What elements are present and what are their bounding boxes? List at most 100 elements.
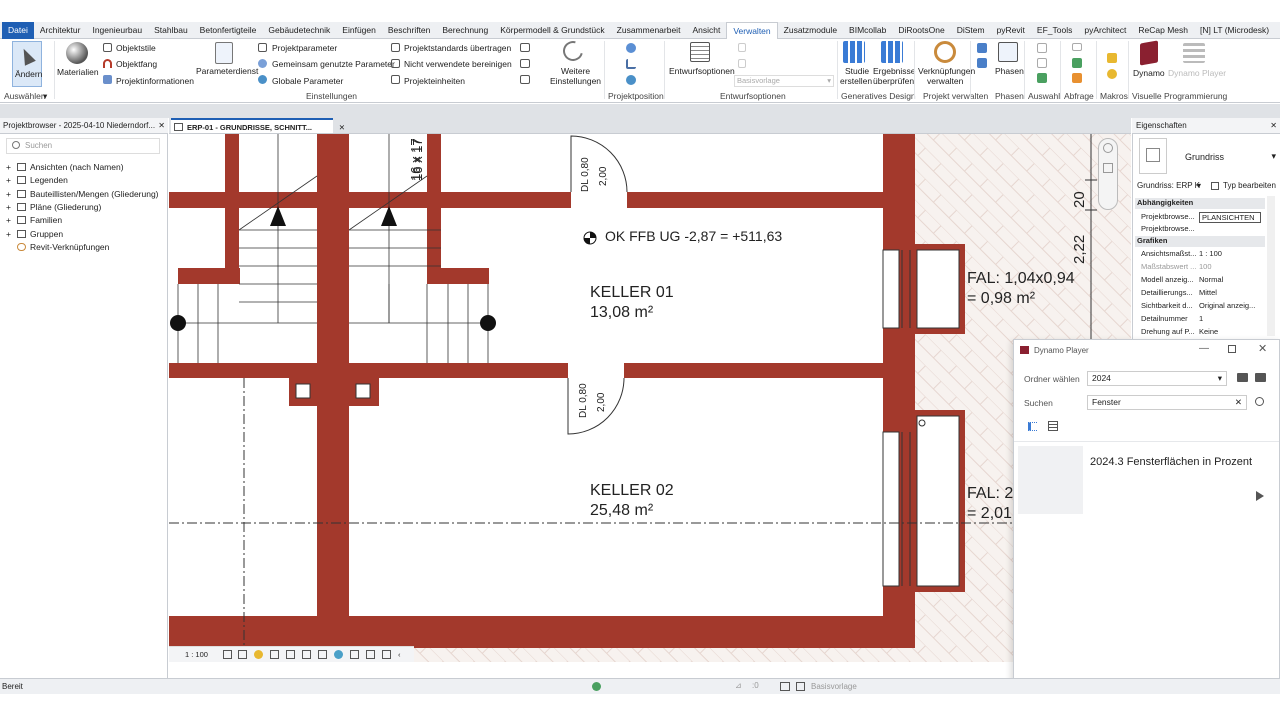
close-icon[interactable]: ✕ <box>1270 118 1277 133</box>
study-label-2[interactable]: erstellen <box>840 76 872 86</box>
expand-icon[interactable]: + <box>6 202 15 212</box>
tab-dirootsone[interactable]: DiRootsOne <box>892 22 950 39</box>
steering-wheel-icon[interactable] <box>1103 143 1113 153</box>
results-label[interactable]: Ergebnisse <box>873 66 916 76</box>
tab-pyarchitect[interactable]: pyArchitect <box>1078 22 1132 39</box>
property-value[interactable]: Keine <box>1199 327 1218 336</box>
open-folder-icon[interactable] <box>1237 373 1248 382</box>
reveal-hidden-icon[interactable] <box>334 650 343 659</box>
selection-1-icon[interactable] <box>1037 43 1047 53</box>
property-value[interactable]: 1 <box>1199 314 1203 323</box>
expand-icon[interactable]: + <box>6 189 15 199</box>
crop-view-icon[interactable] <box>286 650 295 659</box>
property-row[interactable]: Modell anzeig... Normal <box>1137 275 1277 287</box>
expand-icon[interactable]: + <box>6 215 15 225</box>
active-design-option[interactable]: Basisvorlage <box>811 682 857 691</box>
tab-pyrevit[interactable]: pyRevit <box>991 22 1031 39</box>
property-row[interactable]: Detailnummer 1 <box>1137 314 1277 326</box>
global-params-button[interactable]: Globale Parameter <box>272 76 343 86</box>
tree-item[interactable]: + Gruppen <box>6 229 63 239</box>
property-value[interactable]: 100 <box>1199 262 1212 271</box>
tree-item[interactable]: + Ansichten (nach Namen) <box>6 162 124 172</box>
properties-scrollbar[interactable] <box>1267 196 1275 336</box>
settings-small-2-icon[interactable] <box>520 59 530 68</box>
sun-path-icon[interactable] <box>254 650 263 659</box>
view-scale[interactable]: 1 : 100 <box>185 650 208 659</box>
detail-level-icon[interactable] <box>223 650 232 659</box>
expand-icon[interactable]: + <box>6 162 15 172</box>
property-row[interactable]: Drehung auf P... Keine <box>1137 327 1277 339</box>
project-info-button[interactable]: Projektinformationen <box>116 76 194 86</box>
settings-small-3-icon[interactable] <box>520 75 530 84</box>
folder-select[interactable]: 2024 ▾ <box>1087 371 1227 386</box>
chevron-left-icon[interactable]: ‹ <box>398 647 401 662</box>
tab-betonfertigteile[interactable]: Betonfertigteile <box>194 22 263 39</box>
tab--n-lt-microdesk-[interactable]: [N] LT (Microdesk) <box>1194 22 1275 39</box>
property-row[interactable]: Projektbrowse... PLANSICHTEN <box>1137 212 1277 224</box>
property-value[interactable]: PLANSICHTEN <box>1199 212 1261 223</box>
design-option-select[interactable]: Basisvorlage ▾ <box>734 75 834 87</box>
shared-params-button[interactable]: Gemeinsam genutzte Parameter <box>272 59 395 69</box>
expand-icon[interactable]: + <box>6 175 15 185</box>
property-value[interactable]: Original anzeig... <box>1199 301 1255 310</box>
design-options-button[interactable]: Entwurfsoptionen <box>669 66 735 76</box>
project-units-button[interactable]: Projekteinheiten <box>404 76 465 86</box>
position-icon[interactable] <box>626 75 636 85</box>
phase-a-icon[interactable] <box>977 43 987 53</box>
expand-icon[interactable]: + <box>6 229 15 239</box>
visual-style-icon[interactable] <box>238 650 247 659</box>
clear-icon[interactable]: ✕ <box>1235 396 1242 409</box>
more-settings-label[interactable]: Weitere <box>561 66 590 76</box>
tab-ingenieurbau[interactable]: Ingenieurbau <box>86 22 148 39</box>
property-row[interactable]: Detaillierungs... Mittel <box>1137 288 1277 300</box>
close-icon[interactable]: ✕ <box>158 118 165 133</box>
tab-architektur[interactable]: Architektur <box>34 22 87 39</box>
analytical-icon[interactable] <box>366 650 375 659</box>
settings-small-1-icon[interactable] <box>520 43 530 52</box>
modify-button[interactable]: Ändern <box>12 41 42 87</box>
inquiry-1-icon[interactable] <box>1072 43 1082 51</box>
phase-b-icon[interactable] <box>977 58 987 68</box>
materials-label[interactable]: Materialien <box>57 67 99 77</box>
property-row[interactable]: Ansichtsmaßst... 1 : 100 <box>1137 249 1277 261</box>
more-settings-label-2[interactable]: Einstellungen <box>550 76 601 86</box>
browser-search-input[interactable]: Suchen <box>6 138 160 154</box>
temp-view-icon[interactable] <box>350 650 359 659</box>
manage-links-label[interactable]: Verknüpfungen <box>918 66 975 76</box>
worksharing-icon[interactable] <box>592 682 601 691</box>
close-tab-icon[interactable]: ✕ <box>339 120 345 133</box>
property-value[interactable]: 1 : 100 <box>1199 249 1222 258</box>
coordinates-icon[interactable] <box>626 59 636 69</box>
tab-ef-tools[interactable]: EF_Tools <box>1031 22 1078 39</box>
tree-item[interactable]: + Familien <box>6 215 62 225</box>
zoom-icon[interactable] <box>1103 163 1113 173</box>
edit-type-button[interactable]: Typ bearbeiten <box>1223 181 1276 190</box>
project-params-button[interactable]: Projektparameter <box>272 43 337 53</box>
tab-berechnung[interactable]: Berechnung <box>436 22 494 39</box>
macro-security-icon[interactable] <box>1107 69 1117 79</box>
tab-datei[interactable]: Datei <box>2 21 34 39</box>
navigation-bar[interactable] <box>1098 138 1118 210</box>
tab-körpermodell-grundstück[interactable]: Körpermodell & Grundstück <box>494 22 610 39</box>
maximize-icon[interactable] <box>1228 345 1236 353</box>
view-tab[interactable]: ERP-01 - GRUNDRISSE, SCHNITT... ✕ <box>171 118 345 133</box>
tree-item[interactable]: + Legenden <box>6 175 68 185</box>
tab-zusatzmodule[interactable]: Zusatzmodule <box>778 22 843 39</box>
instance-selector[interactable]: Grundriss: ERP K ▾ Typ bearbeiten <box>1137 181 1277 195</box>
minimize-icon[interactable]: — <box>1199 343 1209 354</box>
ribbon-overflow-icon[interactable]: ⏵⏵ ◉ ▾ <box>1275 22 1280 39</box>
selection-3-icon[interactable] <box>1037 73 1047 83</box>
object-styles-button[interactable]: Objektstile <box>116 43 156 53</box>
manage-links-label-2[interactable]: verwalten <box>927 76 963 86</box>
tab-zusammenarbeit[interactable]: Zusammenarbeit <box>611 22 687 39</box>
transfer-standards-button[interactable]: Projektstandards übertragen <box>404 43 511 53</box>
study-label[interactable]: Studie <box>845 66 869 76</box>
tab-recap-mesh[interactable]: ReCap Mesh <box>1132 22 1194 39</box>
section-header[interactable]: Abhängigkeiten <box>1135 198 1265 209</box>
type-selector-chevron-icon[interactable]: ▾ <box>1271 151 1276 162</box>
section-header[interactable]: Grafiken <box>1135 236 1265 247</box>
snaps-button[interactable]: Objektfang <box>116 59 157 69</box>
play-icon[interactable] <box>1256 491 1264 501</box>
tab-beschriften[interactable]: Beschriften <box>382 22 437 39</box>
tab-distem[interactable]: DiStem <box>951 22 991 39</box>
